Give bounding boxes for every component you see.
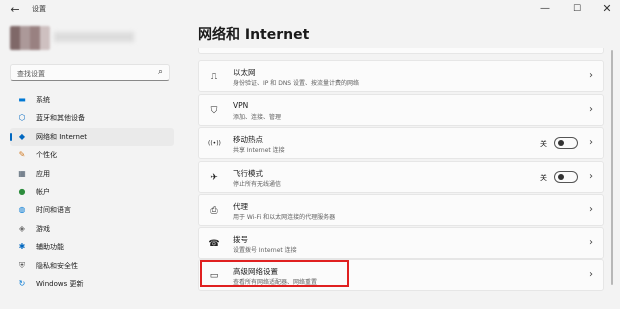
- sidebar-item-label: 蓝牙和其他设备: [36, 114, 85, 123]
- maximize-button[interactable]: ☐: [562, 0, 592, 18]
- back-button[interactable]: ←: [8, 3, 22, 17]
- card-subtitle: 添加、连接、管理: [233, 114, 282, 121]
- sidebar-item-label: 隐私和安全性: [36, 261, 78, 270]
- sidebar-item-label: 帐户: [36, 187, 50, 196]
- sidebar-item-system[interactable]: ▬ 系统: [10, 91, 174, 109]
- airplane-toggle[interactable]: [554, 171, 578, 183]
- sidebar-item-time-language[interactable]: ◍ 时间和语言: [10, 201, 174, 219]
- card-title: 移动热点: [233, 135, 263, 144]
- chevron-right-icon: ›: [589, 70, 593, 81]
- search-input[interactable]: 查找设置: [17, 69, 45, 79]
- sidebar-item-label: 辅助功能: [36, 243, 64, 252]
- card-proxy[interactable]: ⎙ 代理 用于 Wi-Fi 和以太网连接的代理服务器 ›: [198, 194, 604, 226]
- dialup-icon: ☎: [208, 239, 220, 249]
- sidebar-item-network[interactable]: ◆ 网络和 Internet: [10, 127, 174, 146]
- card-title: 代理: [233, 202, 248, 211]
- sidebar-item-accounts[interactable]: ● 帐户: [10, 183, 174, 201]
- hotspot-toggle[interactable]: [554, 137, 578, 149]
- sidebar-item-label: 系统: [36, 96, 50, 104]
- sidebar-item-bluetooth[interactable]: ⬡ 蓝牙和其他设备: [10, 109, 174, 127]
- accessibility-icon: ✱: [18, 242, 26, 252]
- card-dialup[interactable]: ☎ 拨号 设置拨号 Internet 连接 ›: [198, 227, 604, 259]
- shield-icon: ⛨: [19, 260, 25, 270]
- proxy-icon: ⎙: [210, 206, 218, 216]
- account-icon: ●: [18, 186, 26, 196]
- toggle-knob: [558, 174, 564, 180]
- sidebar-item-gaming[interactable]: ◈ 游戏: [10, 220, 174, 238]
- card-airplane-mode[interactable]: ✈ 飞行模式 停止所有无线通信 关 ›: [198, 161, 604, 193]
- search-icon[interactable]: ⌕: [158, 67, 163, 77]
- title-bar: ← 设置 — ☐ ✕: [0, 0, 620, 20]
- wifi-icon: ◆: [18, 131, 26, 141]
- chevron-right-icon[interactable]: ›: [589, 137, 593, 148]
- card-subtitle: 用于 Wi-Fi 和以太网连接的代理服务器: [233, 214, 336, 221]
- scrollbar[interactable]: [611, 50, 613, 285]
- sidebar-nav: ▬ 系统 ⬡ 蓝牙和其他设备 ◆ 网络和 Internet ✎ 个性化 ▦ 应用…: [10, 91, 174, 293]
- card-ethernet[interactable]: ⎍ 以太网 身份验证、IP 和 DNS 设置、按流量计费的网络 ›: [198, 60, 604, 92]
- search-box[interactable]: 查找设置 ⌕: [10, 64, 170, 81]
- minimize-button[interactable]: —: [530, 0, 560, 18]
- sidebar-item-label: 游戏: [36, 224, 50, 233]
- chevron-right-icon: ›: [589, 269, 593, 280]
- toggle-state-label: 关: [540, 140, 547, 148]
- card-mobile-hotspot[interactable]: ((•)) 移动热点 共享 Internet 连接 关 ›: [198, 127, 604, 159]
- close-button[interactable]: ✕: [592, 0, 620, 18]
- chevron-right-icon: ›: [589, 237, 593, 248]
- user-name-redacted: [54, 32, 134, 42]
- apps-icon: ▦: [18, 168, 26, 178]
- sidebar-item-label: Windows 更新: [36, 279, 84, 288]
- monitor-icon: ▬: [18, 95, 26, 104]
- card-subtitle: 身份验证、IP 和 DNS 设置、按流量计费的网络: [233, 80, 360, 87]
- bluetooth-icon: ⬡: [18, 113, 26, 123]
- avatar: [10, 26, 50, 50]
- sidebar-item-windows-update[interactable]: ↻ Windows 更新: [10, 275, 174, 293]
- toggle-state-label: 关: [540, 174, 547, 182]
- chevron-right-icon[interactable]: ›: [589, 171, 593, 182]
- card-title: VPN: [233, 101, 249, 110]
- toggle-knob: [558, 140, 564, 146]
- brush-icon: ✎: [18, 150, 26, 160]
- card-subtitle: 设置拨号 Internet 连接: [233, 247, 297, 254]
- vpn-shield-icon: ⛉: [210, 106, 218, 116]
- card-vpn[interactable]: ⛉ VPN 添加、连接、管理 ›: [198, 94, 604, 126]
- card-subtitle: 共享 Internet 连接: [233, 147, 285, 154]
- page-title: 网络和 Internet: [198, 27, 310, 43]
- user-profile[interactable]: [10, 26, 150, 50]
- sidebar-item-privacy[interactable]: ⛨ 隐私和安全性: [10, 257, 174, 275]
- card-title: 以太网: [233, 68, 256, 77]
- ethernet-icon: ⎍: [210, 72, 218, 82]
- card-subtitle: 停止所有无线通信: [233, 181, 282, 188]
- sidebar-item-label: 应用: [36, 169, 50, 178]
- update-icon: ↻: [18, 278, 26, 288]
- chevron-right-icon: ›: [589, 104, 593, 115]
- sidebar-item-accessibility[interactable]: ✱ 辅助功能: [10, 238, 174, 256]
- card-title: 飞行模式: [233, 169, 263, 178]
- sidebar-item-apps[interactable]: ▦ 应用: [10, 165, 174, 183]
- sidebar-item-label: 网络和 Internet: [36, 132, 88, 141]
- sidebar-item-personalization[interactable]: ✎ 个性化: [10, 146, 174, 164]
- gamepad-icon: ◈: [18, 223, 26, 233]
- sidebar-item-label: 个性化: [36, 151, 57, 160]
- card-partial: [198, 48, 604, 54]
- highlight-box: [200, 260, 349, 287]
- airplane-icon: ✈: [210, 173, 218, 183]
- hotspot-icon: ((•)): [208, 140, 221, 147]
- app-title: 设置: [32, 5, 46, 13]
- card-title: 拨号: [233, 235, 248, 244]
- globe-clock-icon: ◍: [18, 205, 26, 215]
- chevron-right-icon: ›: [589, 204, 593, 215]
- sidebar-item-label: 时间和语言: [36, 206, 71, 215]
